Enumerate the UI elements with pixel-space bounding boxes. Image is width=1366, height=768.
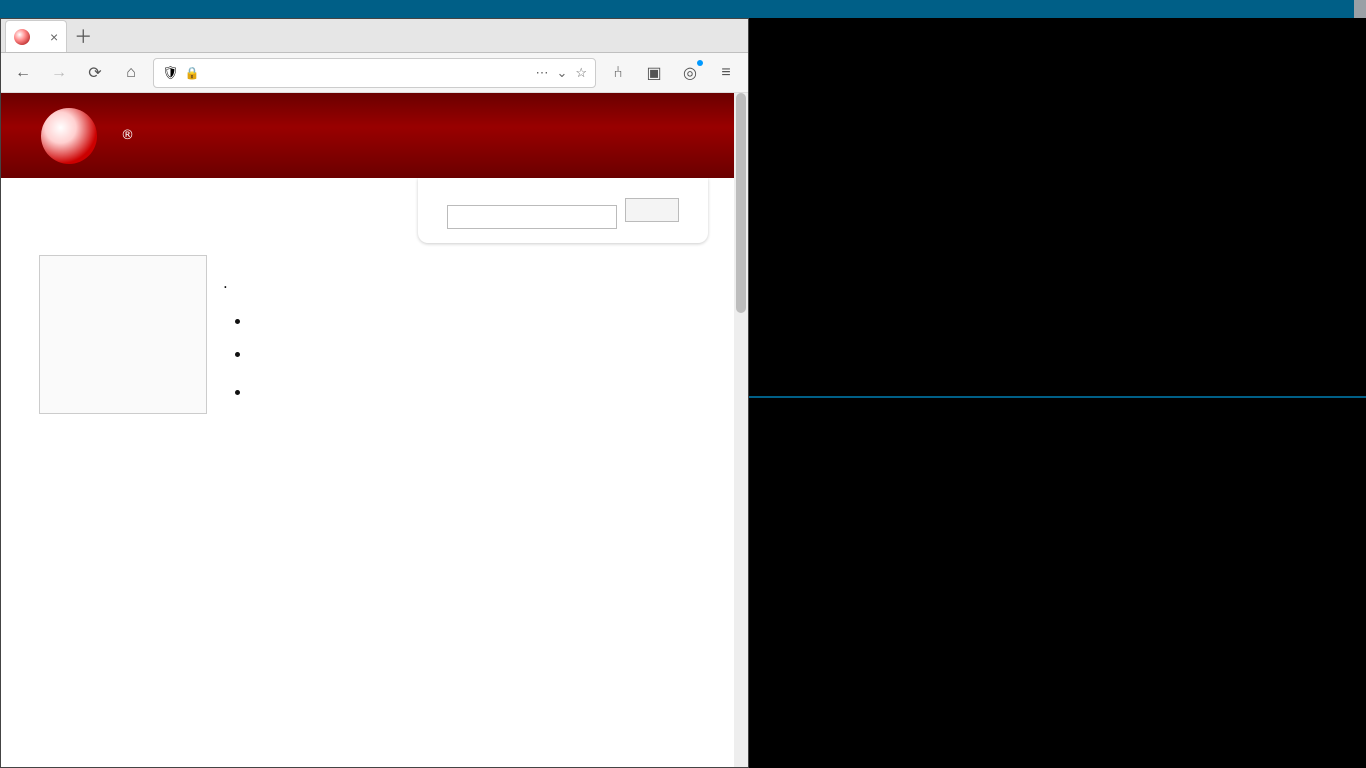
article: . <box>207 255 748 414</box>
firefox-window: × ＋ ← → ⟳ ⌂ 🛡 🔒 ⋯ ⌄ ☆ ⑃ ▣ ◎ ≡ <box>0 18 749 768</box>
tab-active[interactable]: × <box>5 20 67 52</box>
terminal-htop[interactable] <box>749 398 1366 768</box>
page-content: ® . <box>1 93 748 767</box>
search-submit-button[interactable] <box>625 198 679 222</box>
dwm-bar <box>0 0 1366 18</box>
site-banner: ® <box>1 93 748 178</box>
scrollbar-thumb[interactable] <box>736 93 746 313</box>
back-button[interactable]: ← <box>9 59 37 87</box>
url-bar[interactable]: 🛡 🔒 ⋯ ⌄ ☆ <box>153 58 596 88</box>
donate-panel <box>418 178 708 243</box>
main-nav <box>1 243 748 251</box>
li-mailing <box>251 382 726 402</box>
terminal-stack <box>749 18 1366 768</box>
home-button[interactable]: ⌂ <box>117 59 145 87</box>
hamburger-menu-icon[interactable]: ≡ <box>712 59 740 87</box>
account-icon[interactable]: ◎ <box>676 59 704 87</box>
library-icon[interactable]: ⑃ <box>604 59 632 87</box>
nav-toolbar: ← → ⟳ ⌂ 🛡 🔒 ⋯ ⌄ ☆ ⑃ ▣ ◎ ≡ <box>1 53 748 93</box>
search-input[interactable] <box>447 205 617 229</box>
shield-icon[interactable]: 🛡 <box>162 65 179 81</box>
dwm-version <box>1354 0 1366 18</box>
li-handbook <box>251 311 726 331</box>
freebsd-logo-icon <box>41 108 97 164</box>
close-tab-icon[interactable]: × <box>50 29 58 45</box>
bookmark-star-icon[interactable]: ☆ <box>575 65 587 81</box>
li-manpages <box>251 344 726 364</box>
freebsd-favicon <box>14 29 30 45</box>
sidebar-icon[interactable]: ▣ <box>640 59 668 87</box>
forward-button: → <box>45 59 73 87</box>
scrollbar[interactable] <box>734 93 748 767</box>
reload-button[interactable]: ⟳ <box>81 59 109 87</box>
tab-bar: × ＋ <box>1 19 748 53</box>
pocket-icon[interactable]: ⌄ <box>556 65 567 81</box>
lock-icon[interactable]: 🔒 <box>185 66 200 80</box>
intro-paragraph: . <box>223 273 726 293</box>
page-action-icon[interactable]: ⋯ <box>535 65 548 81</box>
doc-sidebar <box>39 255 207 414</box>
terminal-screenfetch[interactable] <box>749 18 1366 398</box>
new-tab-button[interactable]: ＋ <box>67 20 99 52</box>
